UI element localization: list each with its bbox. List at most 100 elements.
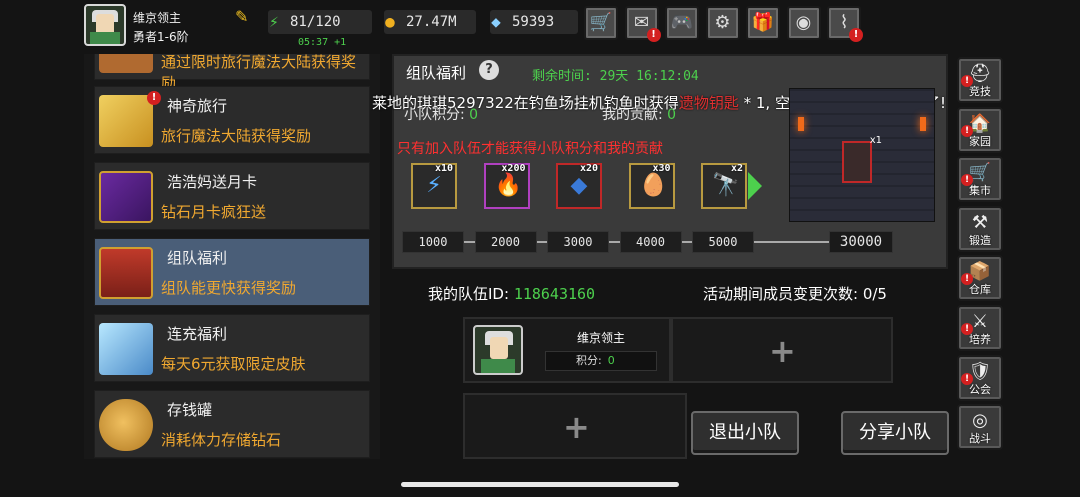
arrow-right-icon xyxy=(748,172,762,200)
reward-item[interactable]: ◆ x20 xyxy=(556,163,602,209)
gamepad-button[interactable]: 🎮 xyxy=(665,6,699,40)
menu-item-title: 连充福利 xyxy=(167,325,228,343)
menu-item-monthly-card[interactable]: 浩浩妈送月卡 钻石月卡疯狂送 xyxy=(94,162,370,230)
remaining-time: 剩余时间: 29天 16:12:04 xyxy=(532,69,699,84)
menu-item-magic-travel[interactable]: ! 神奇旅行 旅行魔法大陆获得奖励 xyxy=(94,86,370,154)
leave-team-button[interactable]: 退出小队 xyxy=(691,411,799,455)
player-avatar[interactable] xyxy=(84,4,126,46)
join-warning: 只有加入队伍才能获得小队积分和我的贡献 xyxy=(397,141,663,157)
crystal-icon xyxy=(99,323,153,375)
reward-count: x200 xyxy=(501,163,526,174)
menu-item-sub: 每天6元获取限定皮肤 xyxy=(161,355,306,373)
avatar-face xyxy=(490,337,508,359)
mail-button[interactable]: ✉! xyxy=(624,6,661,42)
torch-icon xyxy=(920,117,926,131)
sidebar-button[interactable]: ⚔ 培养! xyxy=(957,305,1003,351)
edit-icon[interactable]: ✎ xyxy=(235,8,253,26)
reward-count: x30 xyxy=(652,163,671,174)
sidebar-button[interactable]: 🏠 家园! xyxy=(957,106,1003,153)
sidebar-button[interactable]: 📦 仓库! xyxy=(957,255,1003,302)
member-name: 维京领主 xyxy=(577,331,626,345)
avatar-robe xyxy=(90,32,120,44)
milestone: 4000 xyxy=(619,231,682,253)
energy-counter[interactable]: ⚡ 81/120 xyxy=(268,10,372,34)
reward-item[interactable]: 🔥 x200 xyxy=(483,163,530,209)
share-team-button[interactable]: 分享小队 xyxy=(841,411,949,455)
color-wheel-button[interactable]: ◉ xyxy=(786,6,821,40)
sidebar-button[interactable]: ⛑ 竞技! xyxy=(957,57,1003,103)
menu-item-team-welfare[interactable]: 组队福利 组队能更快获得奖励 xyxy=(94,238,370,306)
energy-timer: 05:37 +1 xyxy=(298,37,347,48)
menu-item-sub: 组队能更快获得奖励 xyxy=(161,279,297,297)
broom-icon: ⌇ xyxy=(839,12,849,33)
sidebar-button[interactable]: 🛡 公会! xyxy=(957,354,1003,401)
sidebar-button[interactable]: 🛒 集市! xyxy=(957,156,1003,203)
treasure-chest-icon xyxy=(99,247,153,299)
piggy-bank-icon xyxy=(99,399,153,451)
alert-badge: ! xyxy=(961,124,973,137)
ticker-highlight: 遗物钥匙 xyxy=(678,94,739,112)
gift-button[interactable]: 🎁 xyxy=(746,6,780,40)
member-score-value: 0 xyxy=(607,354,615,367)
menu-item-title: 神奇旅行 xyxy=(167,97,228,115)
final-milestone: 30000 xyxy=(829,231,893,253)
member-slot-1[interactable]: 维京领主 积分: 0 xyxy=(463,317,671,383)
player-name: 维京领主 xyxy=(133,11,182,25)
alert-badge: ! xyxy=(646,28,661,42)
menu-item-sub: 钻石月卡疯狂送 xyxy=(161,203,267,221)
member-score-label: 积分: xyxy=(576,354,602,367)
reward-count: x2 xyxy=(730,163,743,174)
milestone: 3000 xyxy=(547,231,609,253)
event-menu: 通过限时旅行魔法大陆获得奖励 ! 神奇旅行 旅行魔法大陆获得奖励 浩浩妈送月卡 … xyxy=(84,54,380,459)
gift-icon: 🎁 xyxy=(751,12,775,33)
sidebar-label: 锻造 xyxy=(969,233,991,247)
treasure-icon xyxy=(99,54,153,73)
alert-badge: ! xyxy=(961,75,973,87)
gem-icon: ◆ xyxy=(491,12,501,31)
gear-button[interactable]: ⚙ xyxy=(705,6,740,40)
menu-item-title: 存钱罐 xyxy=(167,401,213,419)
team-id: 我的队伍ID: 118643160 xyxy=(428,283,595,304)
member-score: 积分: 0 xyxy=(545,351,657,371)
alert-badge: ! xyxy=(961,323,973,335)
ticker-text-a: 莱地的琪琪5297322在钓鱼场挂机钓鱼时获得 xyxy=(372,94,679,112)
gem-value: 59393 xyxy=(512,14,555,30)
broom-button[interactable]: ⌇! xyxy=(827,6,863,42)
alert-badge: ! xyxy=(961,372,973,385)
sidebar-label: 战斗 xyxy=(969,432,991,446)
sidebar-button[interactable]: ⚒ 锻造 xyxy=(957,205,1003,252)
alert-badge: ! xyxy=(147,91,161,105)
golden-egg-icon: 🥚 xyxy=(639,173,667,198)
avatar-robe xyxy=(481,359,515,373)
panel-title: 组队福利 xyxy=(406,64,467,82)
home-indicator[interactable] xyxy=(401,482,679,487)
sidebar-button[interactable]: ◎ 战斗 xyxy=(957,404,1003,451)
shop-cart-icon: 🛒 xyxy=(589,12,613,33)
help-icon[interactable]: ? xyxy=(479,60,499,80)
gold-counter[interactable]: ● 27.47M xyxy=(384,10,476,34)
lightning-scroll-icon: ⚡ xyxy=(426,173,442,198)
relic-key-icon[interactable]: x1 xyxy=(842,135,882,183)
add-member-icon: + xyxy=(769,332,796,370)
reward-item[interactable]: 🥚 x30 xyxy=(628,163,675,209)
blue-token-icon: ◆ xyxy=(570,173,588,198)
gem-counter[interactable]: ◆ 59393 xyxy=(490,10,578,34)
menu-item-title: 浩浩妈送月卡 xyxy=(167,173,258,191)
monthly-card-icon xyxy=(99,171,153,223)
member-slot-2[interactable]: + xyxy=(671,317,893,383)
menu-item-recharge[interactable]: 连充福利 每天6元获取限定皮肤 xyxy=(94,314,370,382)
reward-item[interactable]: 🔭 x2 xyxy=(701,163,747,209)
gold-value: 27.47M xyxy=(406,14,457,30)
team-id-value: 118643160 xyxy=(513,285,596,303)
lightning-icon: ⚡ xyxy=(269,12,279,31)
menu-item-travel-partial[interactable]: 通过限时旅行魔法大陆获得奖励 xyxy=(94,54,370,92)
alert-badge: ! xyxy=(849,28,863,42)
shop-cart-button[interactable]: 🛒 xyxy=(584,6,618,40)
gear-icon: ⚙ xyxy=(714,12,731,33)
color-wheel-icon: ◉ xyxy=(795,12,812,33)
member-slot-3[interactable]: + xyxy=(463,393,687,459)
menu-item-piggy-bank[interactable]: 存钱罐 消耗体力存储钻石 xyxy=(94,390,370,458)
gamepad-icon: 🎮 xyxy=(670,12,694,33)
reward-preview: x1 xyxy=(789,88,935,222)
reward-item[interactable]: ⚡ x10 xyxy=(411,163,457,209)
